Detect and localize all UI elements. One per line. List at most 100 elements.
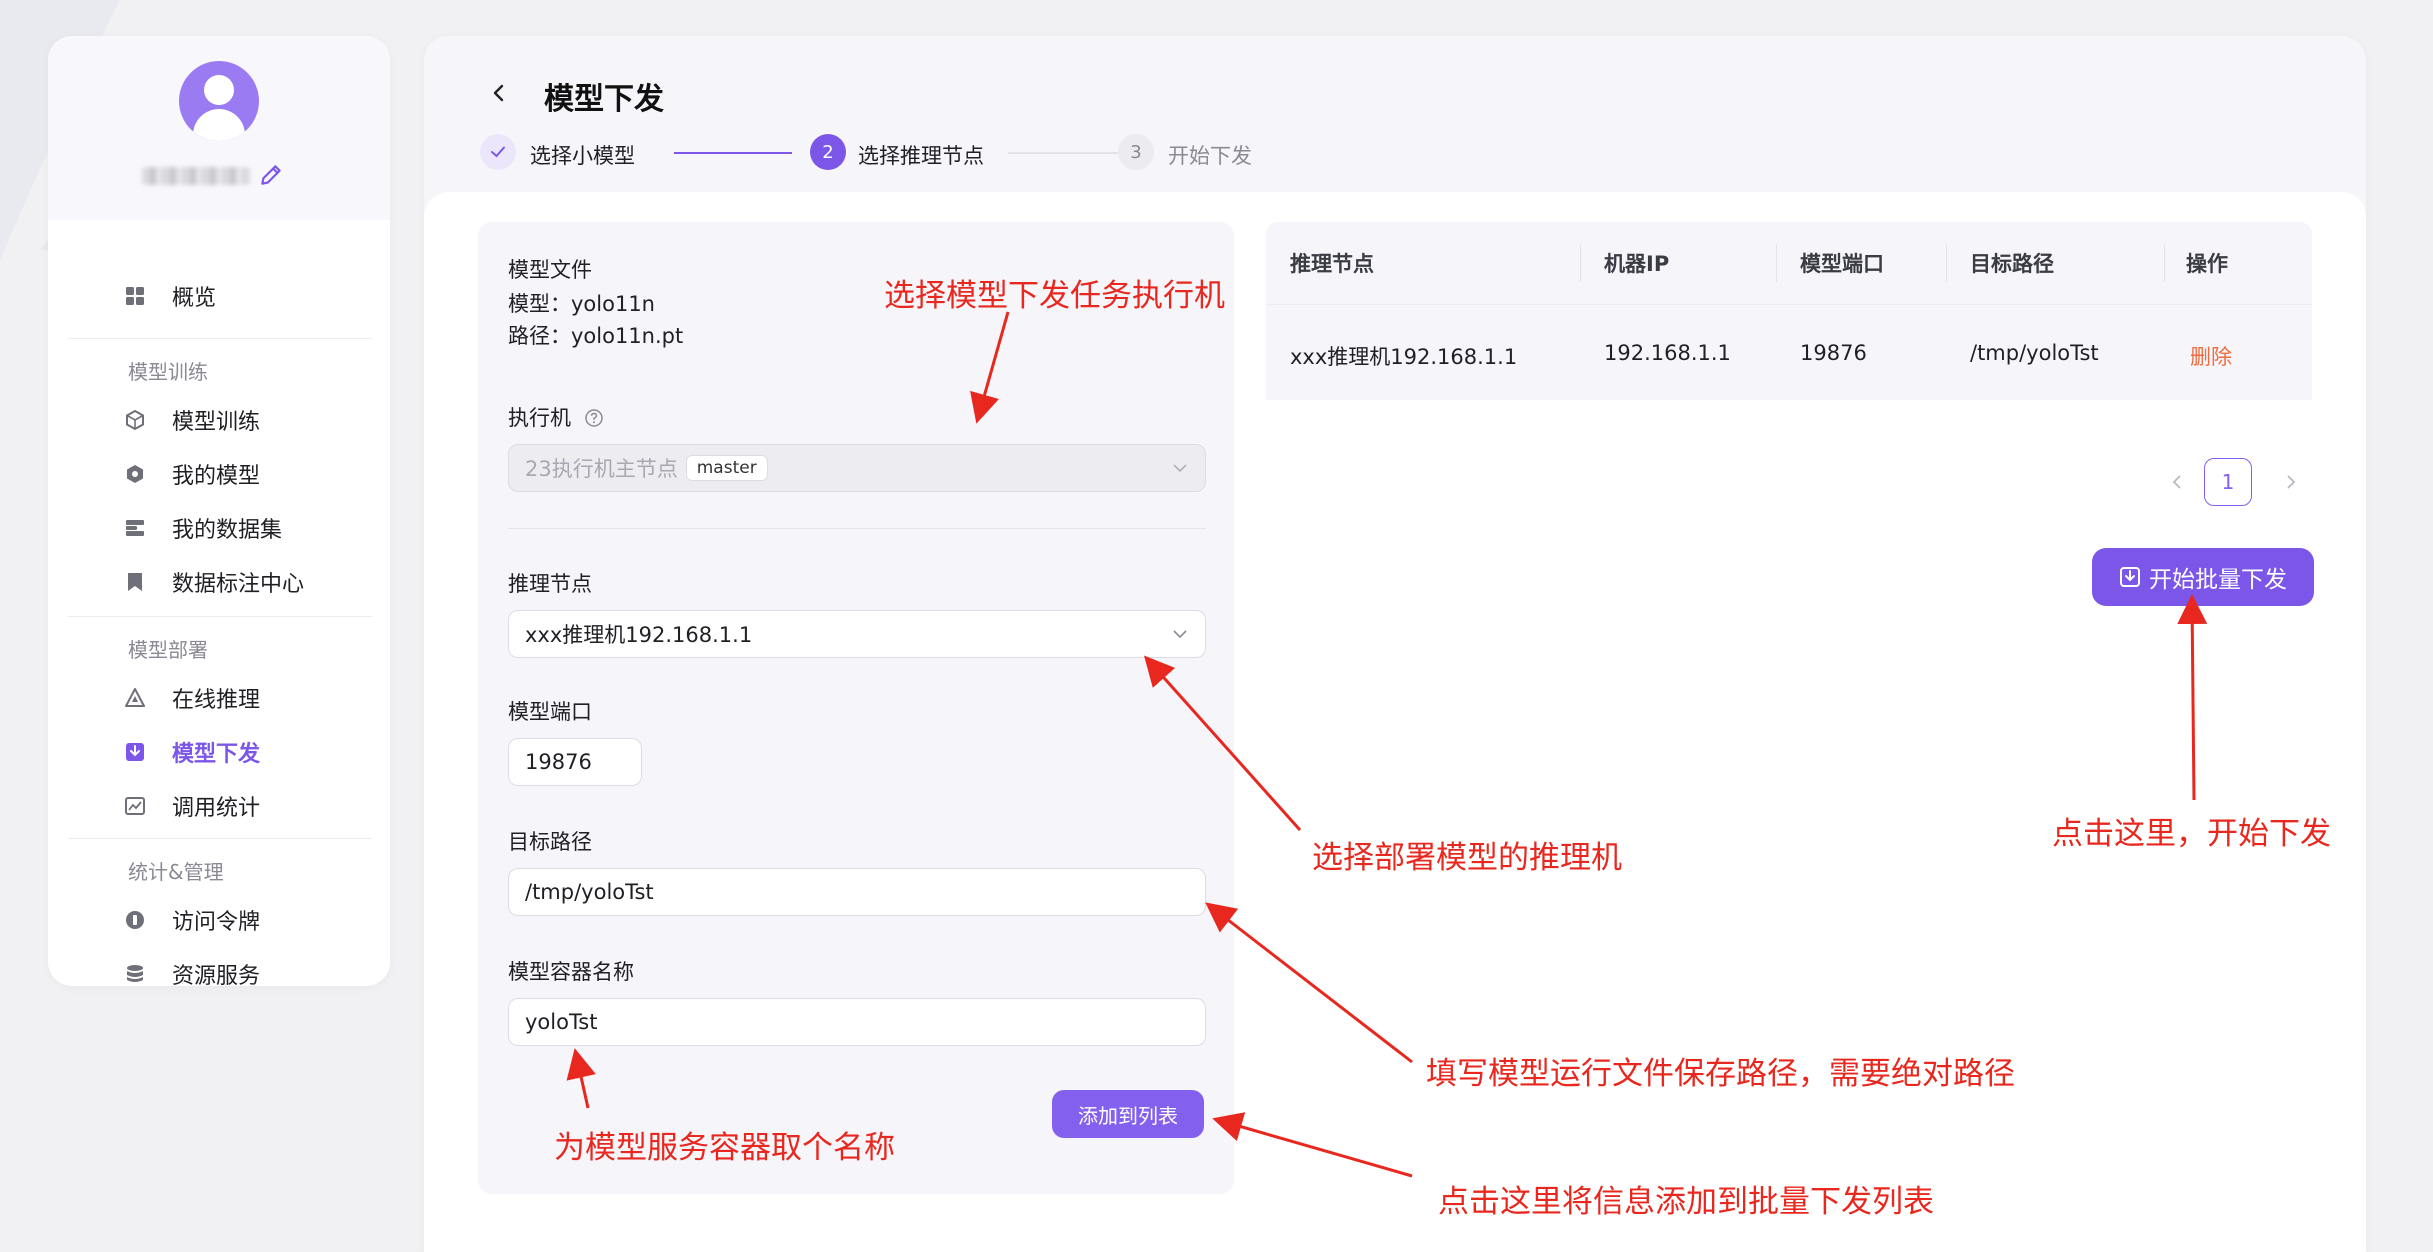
step-3-label: 开始下发: [1168, 144, 1252, 168]
sidebar-item-my-datasets[interactable]: 我的数据集: [124, 508, 282, 548]
sidebar-item-label: 概览: [172, 286, 217, 311]
triangle-icon: [125, 688, 145, 707]
sidebar-item-call-statistics[interactable]: 调用统计: [124, 786, 260, 826]
step-connector-pending: [1008, 152, 1118, 154]
profile-section: [48, 36, 390, 220]
port-input[interactable]: 19876: [508, 738, 642, 786]
step-connector-done: [674, 152, 792, 154]
sidebar-item-label: 模型下发: [172, 742, 261, 767]
column-header-path: 目标路径: [1970, 252, 2054, 276]
add-to-list-button[interactable]: 添加到列表: [1052, 1090, 1204, 1138]
sidebar-item-online-inference[interactable]: 在线推理: [124, 678, 260, 718]
pager-prev-icon[interactable]: [2168, 472, 2188, 492]
menu-group-management: 统计&管理: [128, 860, 224, 884]
node-label: 推理节点: [508, 572, 592, 596]
cell-ip: 192.168.1.1: [1604, 341, 1731, 365]
sidebar-item-my-models[interactable]: 我的模型: [124, 454, 260, 494]
avatar[interactable]: [179, 61, 259, 141]
sidebar-item-resource-service[interactable]: 资源服务: [124, 954, 260, 986]
divider: [68, 838, 372, 839]
executor-label-text: 执行机: [508, 406, 571, 430]
column-separator: [2164, 244, 2165, 282]
start-batch-label: 开始批量下发: [2149, 567, 2287, 593]
sidebar-item-annotation-center[interactable]: 数据标注中心: [124, 562, 304, 602]
model-name-text: 模型：yolo11n: [508, 292, 655, 316]
column-header-action: 操作: [2186, 252, 2228, 276]
executor-label: 执行机: [508, 402, 604, 432]
form-card: 模型文件 模型：yolo11n 路径：yolo11n.pt 执行机 23执行机主…: [478, 222, 1234, 1194]
target-path-input[interactable]: /tmp/yoloTst: [508, 868, 1206, 916]
sidebar-item-label: 调用统计: [172, 796, 261, 821]
sidebar-item-label: 我的模型: [172, 464, 261, 489]
annotation-container: 为模型服务容器取个名称: [554, 1130, 895, 1166]
delete-link[interactable]: 删除: [2190, 341, 2232, 371]
cell-node: xxx推理机192.168.1.1: [1290, 345, 1518, 369]
sidebar-item-label: 模型训练: [172, 410, 261, 435]
container-name-value: yoloTst: [525, 1010, 598, 1034]
sidebar-item-label: 访问令牌: [172, 910, 261, 935]
divider: [68, 616, 372, 617]
divider: [508, 528, 1206, 529]
annotation-add: 点击这里将信息添加到批量下发列表: [1438, 1184, 1934, 1220]
pager-next-icon[interactable]: [2280, 472, 2300, 492]
sidebar: 概览 模型训练 模型训练 我的模型 我的数据集 数据标注中心 模型部署 在线推理…: [48, 36, 390, 986]
column-separator: [1580, 244, 1581, 282]
model-path-text: 路径：yolo11n.pt: [508, 324, 684, 348]
target-path-value: /tmp/yoloTst: [525, 880, 654, 904]
pager-page-1[interactable]: 1: [2204, 458, 2252, 506]
step-2-label: 选择推理节点: [858, 144, 984, 168]
chart-icon: [125, 797, 145, 815]
hexagon-icon: [127, 465, 143, 483]
sidebar-item-overview[interactable]: 概览: [124, 276, 216, 316]
main-panel: 模型下发 选择小模型 2 选择推理节点 3 开始下发 模型文件 模型：yolo1…: [424, 36, 2366, 1252]
container-name-label: 模型容器名称: [508, 960, 634, 984]
annotation-node: 选择部署模型的推理机: [1312, 840, 1622, 876]
column-separator: [1946, 244, 1947, 282]
step-1-check-icon: [480, 134, 516, 170]
page-title: 模型下发: [544, 82, 664, 117]
chevron-down-icon: [1173, 630, 1187, 639]
step-1-label: 选择小模型: [530, 144, 635, 168]
download-box-icon: [126, 743, 144, 761]
username: [142, 167, 250, 185]
token-icon: [126, 911, 144, 929]
port-input-value: 19876: [525, 750, 592, 774]
column-header-port: 模型端口: [1800, 252, 1884, 276]
sidebar-item-model-distribution[interactable]: 模型下发: [124, 732, 260, 772]
cell-path: /tmp/yoloTst: [1970, 341, 2099, 365]
column-header-node: 推理节点: [1290, 252, 1374, 276]
model-file-label: 模型文件: [508, 258, 592, 282]
step-2-number: 2: [810, 134, 846, 170]
sidebar-item-access-token[interactable]: 访问令牌: [124, 900, 260, 940]
annotation-start: 点击这里，开始下发: [2052, 816, 2331, 852]
executor-select-value: 23执行机主节点: [525, 457, 678, 481]
sidebar-item-label: 数据标注中心: [172, 572, 305, 597]
port-label: 模型端口: [508, 700, 592, 724]
column-header-ip: 机器IP: [1604, 252, 1670, 276]
inference-node-select[interactable]: xxx推理机192.168.1.1: [508, 610, 1206, 658]
cube-icon: [126, 409, 144, 431]
column-separator: [1776, 244, 1777, 282]
table-header: 推理节点 机器IP 模型端口 目标路径 操作: [1266, 222, 2312, 304]
sidebar-item-label: 资源服务: [172, 964, 261, 986]
sidebar-item-model-training[interactable]: 模型训练: [124, 400, 260, 440]
inference-node-value: xxx推理机192.168.1.1: [525, 623, 753, 647]
back-chevron-icon[interactable]: [488, 82, 510, 104]
dataset-icon: [126, 520, 144, 536]
annotation-path: 填写模型运行文件保存路径，需要绝对路径: [1426, 1056, 2015, 1092]
annotation-executor: 选择模型下发任务执行机: [884, 278, 1225, 314]
bookmark-icon: [128, 573, 142, 591]
content-area: 模型文件 模型：yolo11n 路径：yolo11n.pt 执行机 23执行机主…: [424, 192, 2366, 1252]
menu-group-training: 模型训练: [128, 360, 208, 384]
help-icon[interactable]: [584, 408, 604, 428]
cell-port: 19876: [1800, 341, 1867, 365]
grid-icon: [126, 287, 144, 305]
table-row: xxx推理机192.168.1.1 192.168.1.1 19876 /tmp…: [1266, 304, 2312, 400]
target-path-label: 目标路径: [508, 830, 592, 854]
edit-icon[interactable]: [258, 162, 284, 188]
executor-master-tag: master: [685, 455, 768, 481]
container-name-input[interactable]: yoloTst: [508, 998, 1206, 1046]
chevron-down-icon: [1173, 464, 1187, 473]
start-batch-distribution-button[interactable]: 开始批量下发: [2092, 548, 2314, 606]
step-3-number: 3: [1118, 134, 1154, 170]
